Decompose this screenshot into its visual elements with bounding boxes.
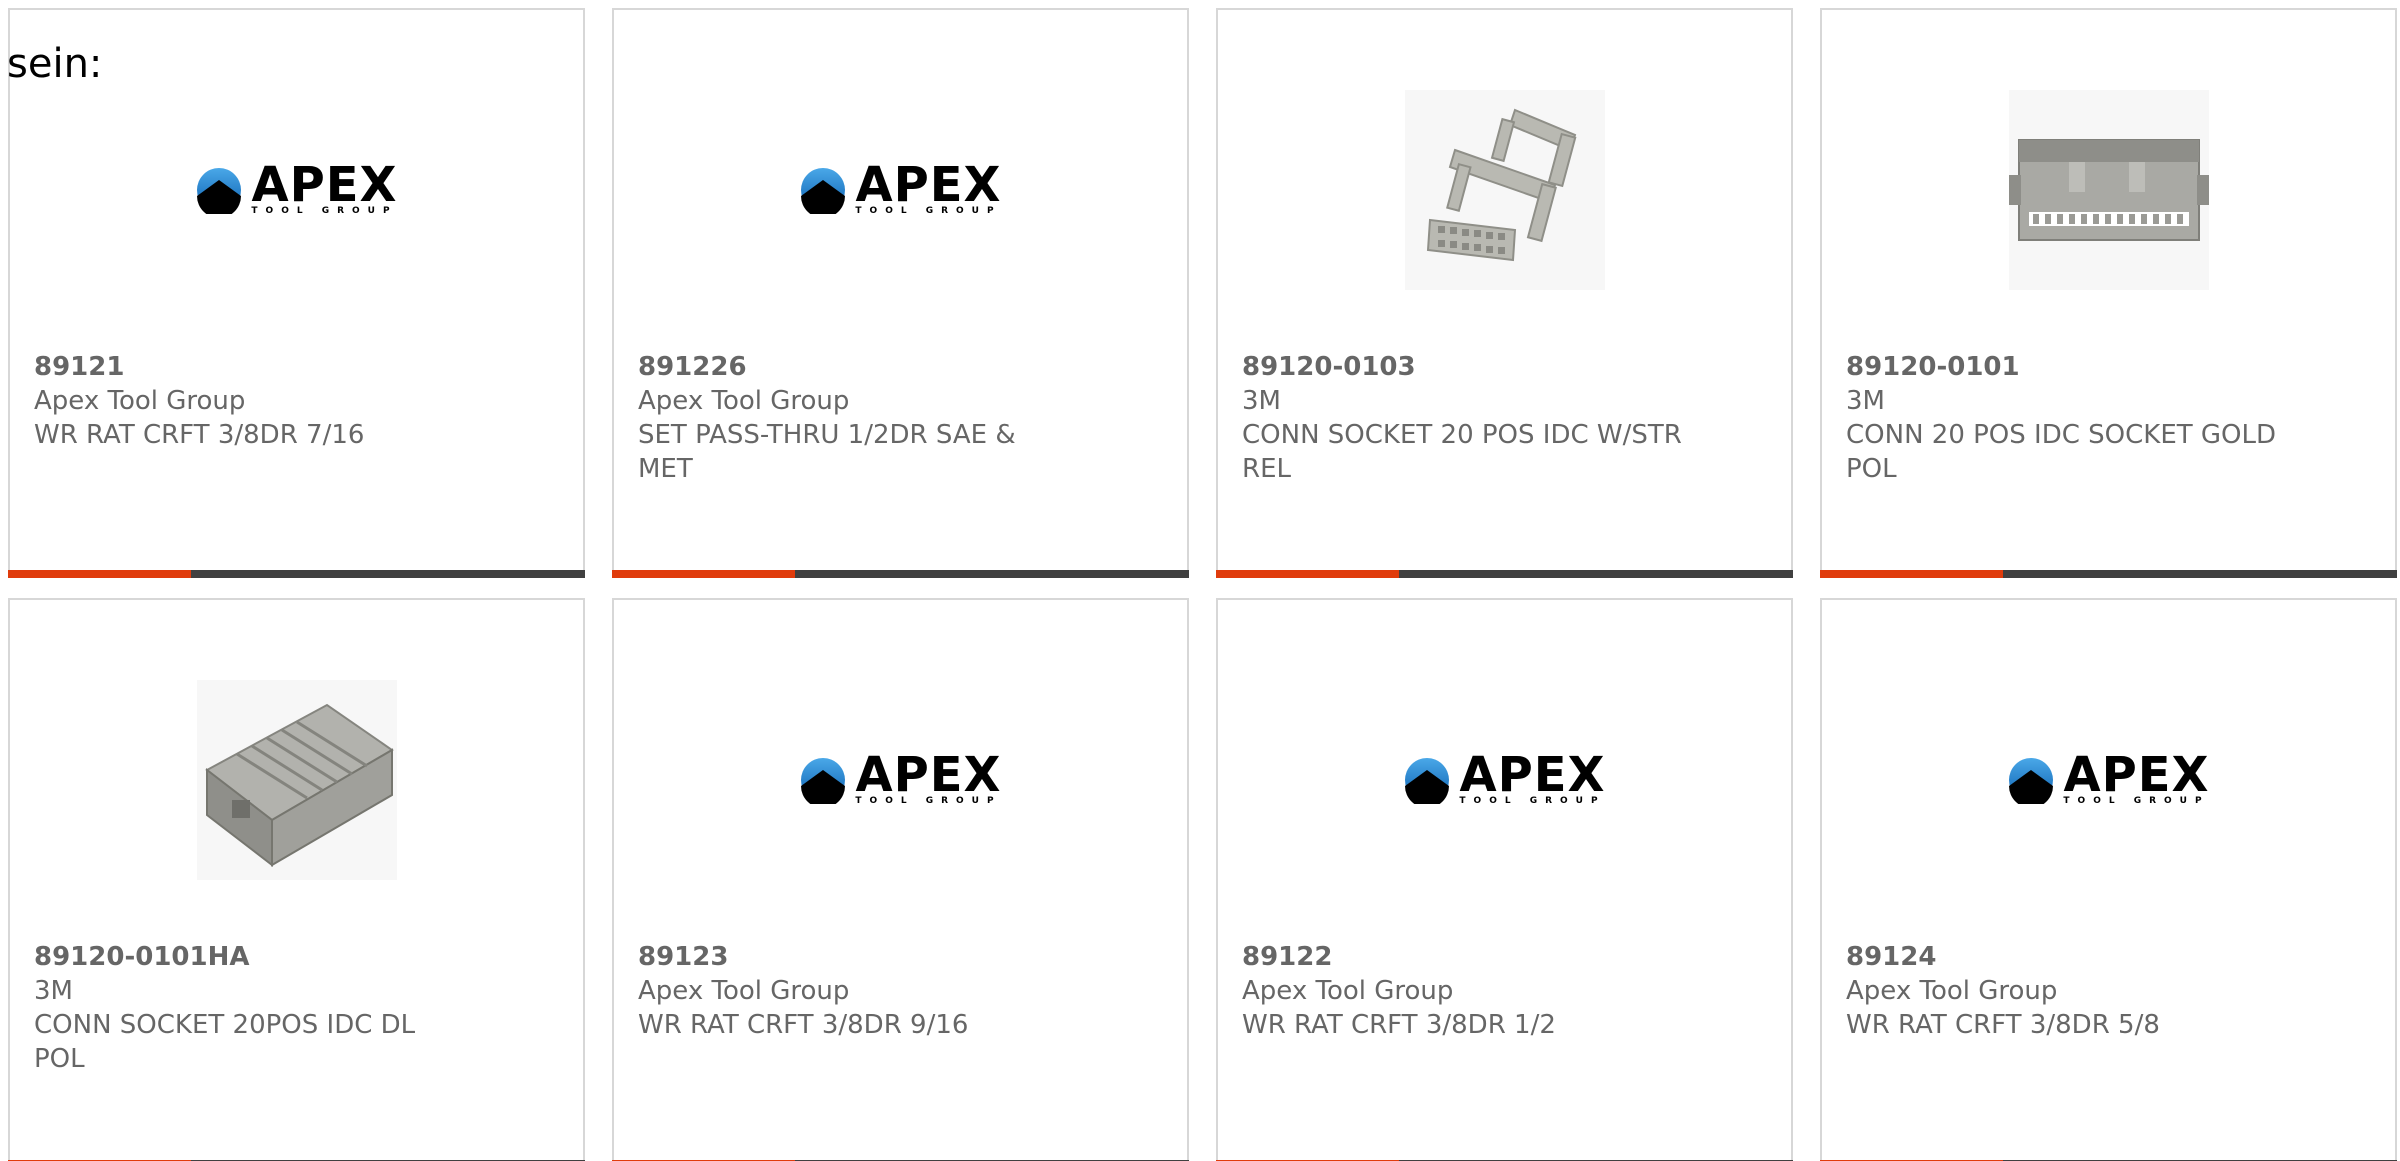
description: WR RAT CRFT 3/8DR 1/2 (1242, 1010, 1556, 1040)
apex-logo: APEX TOOL GROUP (799, 157, 1002, 216)
idc-socket-photo (2008, 90, 2209, 290)
manufacturer: Apex Tool Group (638, 386, 850, 416)
idc-socket-strain-relief-photo (1404, 90, 1605, 290)
description: SET PASS-THRU 1/2DR SAE & MET (638, 420, 1016, 484)
part-number[interactable]: 89121 (34, 350, 474, 384)
apex-globe-icon (801, 758, 846, 804)
product-image (1822, 80, 2395, 300)
part-number[interactable]: 89120-0103 (1242, 350, 1682, 384)
manufacturer: Apex Tool Group (34, 386, 246, 416)
card-accent-bar (1820, 570, 2397, 578)
product-image: APEX TOOL GROUP (614, 670, 1187, 890)
part-number[interactable]: 89120-0101 (1846, 350, 2286, 384)
product-image (10, 670, 583, 890)
apex-globe-icon (197, 168, 242, 214)
part-number[interactable]: 891226 (638, 350, 1078, 384)
apex-globe-icon (1405, 758, 1450, 804)
logo-tagline: TOOL GROUP (855, 206, 1002, 216)
description: WR RAT CRFT 3/8DR 5/8 (1846, 1010, 2160, 1040)
card-accent-bar (8, 570, 585, 578)
logo-brand: APEX (855, 747, 1002, 803)
logo-brand: APEX (1459, 747, 1606, 803)
product-card[interactable]: APEX TOOL GROUP 89124 Apex Tool Group WR… (1820, 598, 2397, 1161)
logo-tagline: TOOL GROUP (1459, 796, 1606, 806)
description: CONN SOCKET 20 POS IDC W/STR REL (1242, 420, 1682, 484)
page: sein: APEX TOOL GROUP 89121 Apex Tool Gr… (0, 0, 2400, 1161)
manufacturer: 3M (1242, 386, 1281, 416)
logo-brand: APEX (251, 157, 398, 213)
product-image: APEX TOOL GROUP (1218, 670, 1791, 890)
product-card[interactable]: 89120-0101 3M CONN 20 POS IDC SOCKET GOL… (1820, 8, 2397, 578)
apex-logo: APEX TOOL GROUP (1403, 747, 1606, 806)
apex-logo: APEX TOOL GROUP (2007, 747, 2210, 806)
logo-tagline: TOOL GROUP (2063, 796, 2210, 806)
product-card[interactable]: APEX TOOL GROUP 891226 Apex Tool Group S… (612, 8, 1189, 578)
manufacturer: Apex Tool Group (1242, 976, 1454, 1006)
product-card[interactable]: APEX TOOL GROUP 89123 Apex Tool Group WR… (612, 598, 1189, 1161)
idc-socket-angled-photo (196, 680, 397, 880)
description: WR RAT CRFT 3/8DR 9/16 (638, 1010, 969, 1040)
card-accent-bar (1216, 570, 1793, 578)
manufacturer: Apex Tool Group (638, 976, 850, 1006)
apex-logo: APEX TOOL GROUP (799, 747, 1002, 806)
apex-logo: APEX TOOL GROUP (195, 157, 398, 216)
part-number[interactable]: 89122 (1242, 940, 1682, 974)
intro-text: sein: (7, 41, 103, 87)
product-image: APEX TOOL GROUP (1822, 670, 2395, 890)
description: CONN 20 POS IDC SOCKET GOLD POL (1846, 420, 2277, 484)
product-image: APEX TOOL GROUP (10, 80, 583, 300)
product-image (1218, 80, 1791, 300)
product-grid: APEX TOOL GROUP 89121 Apex Tool Group WR… (0, 0, 2400, 1161)
logo-tagline: TOOL GROUP (855, 796, 1002, 806)
manufacturer: 3M (1846, 386, 1885, 416)
product-card[interactable]: APEX TOOL GROUP 89122 Apex Tool Group WR… (1216, 598, 1793, 1161)
manufacturer: Apex Tool Group (1846, 976, 2058, 1006)
part-number[interactable]: 89120-0101HA (34, 940, 474, 974)
logo-brand: APEX (855, 157, 1002, 213)
logo-tagline: TOOL GROUP (251, 206, 398, 216)
part-number[interactable]: 89124 (1846, 940, 2286, 974)
part-number[interactable]: 89123 (638, 940, 1078, 974)
product-card[interactable]: APEX TOOL GROUP 89121 Apex Tool Group WR… (8, 8, 585, 578)
logo-brand: APEX (2063, 747, 2210, 803)
card-accent-bar (612, 570, 1189, 578)
apex-globe-icon (801, 168, 846, 214)
description: WR RAT CRFT 3/8DR 7/16 (34, 420, 365, 450)
apex-globe-icon (2009, 758, 2054, 804)
product-image: APEX TOOL GROUP (614, 80, 1187, 300)
product-card[interactable]: 89120-0101HA 3M CONN SOCKET 20POS IDC DL… (8, 598, 585, 1161)
product-card[interactable]: 89120-0103 3M CONN SOCKET 20 POS IDC W/S… (1216, 8, 1793, 578)
description: CONN SOCKET 20POS IDC DL POL (34, 1010, 416, 1074)
manufacturer: 3M (34, 976, 73, 1006)
